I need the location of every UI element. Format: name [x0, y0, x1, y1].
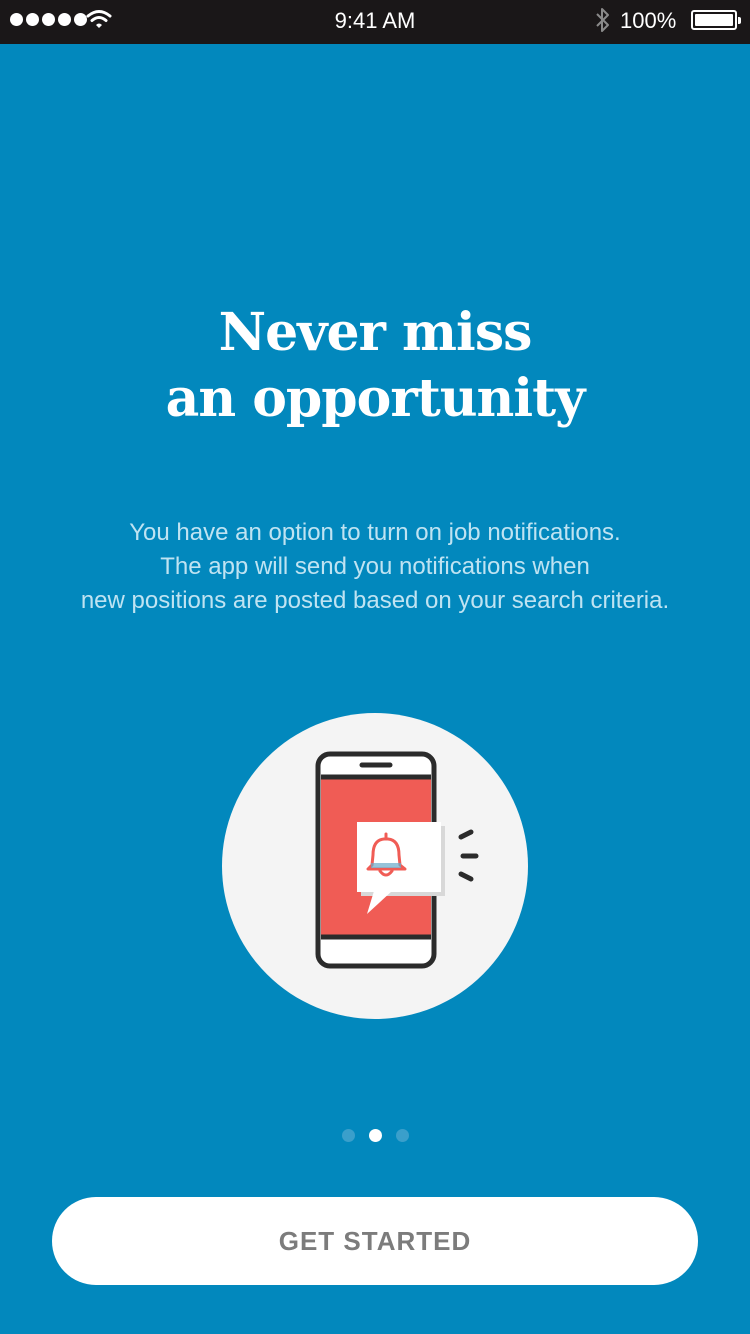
headline-line-1: Never miss [218, 302, 533, 363]
page-indicator [0, 1129, 750, 1142]
battery-percent: 100% [620, 8, 677, 33]
status-bar: 9:41 AM 100% [0, 0, 750, 44]
description-text: You have an option to turn on job notifi… [40, 516, 710, 618]
page-dot-2-active[interactable] [368, 1129, 382, 1142]
page-dot-3[interactable] [395, 1129, 409, 1142]
battery-icon [691, 10, 741, 30]
get-started-button[interactable]: GET STARTED [52, 1197, 698, 1285]
page-dot-1[interactable] [341, 1129, 355, 1142]
description-line-3: new positions are posted based on your s… [80, 587, 670, 614]
description-line-1: You have an option to turn on job notifi… [129, 519, 621, 546]
description-line-2: The app will send you notifications when [160, 553, 590, 580]
phone-notification-bell-icon [222, 713, 528, 1019]
bluetooth-icon [596, 8, 609, 32]
page-title: Never miss an opportunity [0, 300, 750, 432]
headline-line-2: an opportunity [165, 368, 586, 429]
